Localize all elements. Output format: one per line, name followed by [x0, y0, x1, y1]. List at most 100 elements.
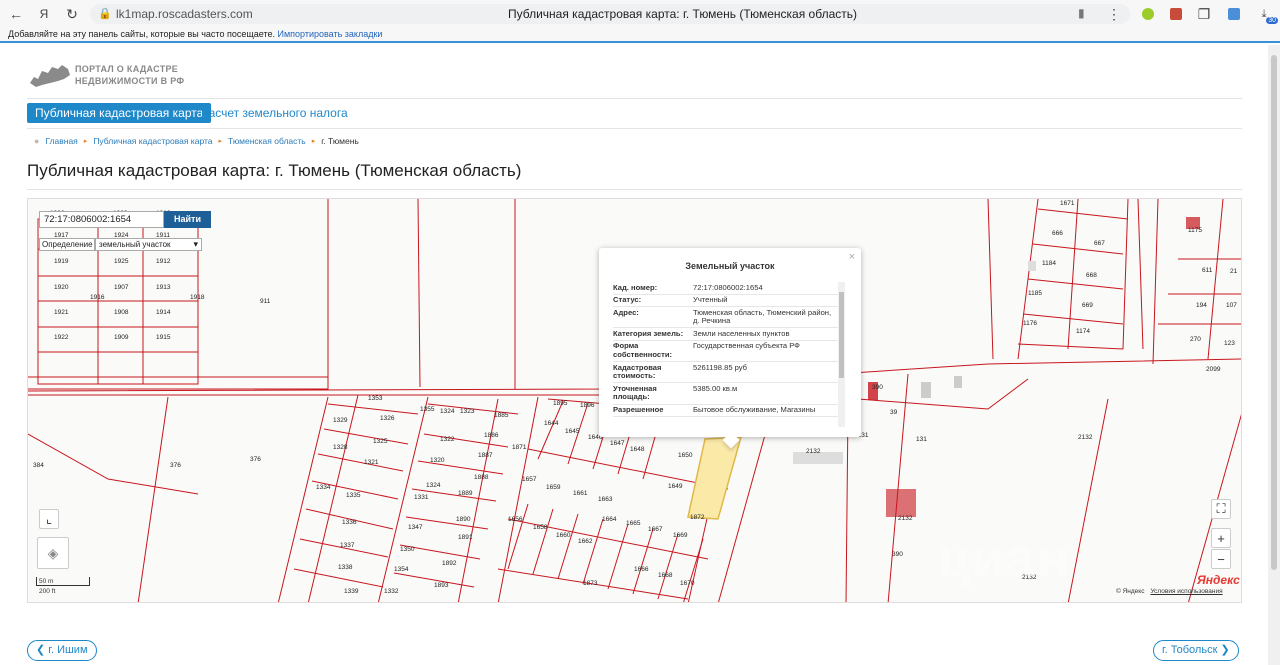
- chevron-left-icon: ❮: [36, 644, 46, 656]
- parcel-number-label: 611: [1202, 267, 1213, 274]
- parcel-number-label: 1925: [114, 258, 129, 265]
- parcel-number-label: 1889: [458, 490, 473, 497]
- zoom-out-button[interactable]: −: [1211, 549, 1231, 569]
- parcel-number-label: 1895: [553, 400, 568, 407]
- popup-row: Категория земель: Земли населенных пункто…: [613, 328, 838, 341]
- parcel-number-label: 390: [872, 384, 883, 391]
- parcel-number-label: 2132: [898, 515, 913, 522]
- parcel-number-label: 1873: [583, 580, 598, 587]
- address-bar[interactable]: 🔒 lk1map.roscadasters.com Публичная када…: [90, 4, 1130, 24]
- parcel-number-label: 270: [1190, 336, 1201, 343]
- popup-title: Земельный участок: [685, 261, 775, 271]
- url-text: lk1map.roscadasters.com: [116, 7, 253, 21]
- fullscreen-icon[interactable]: ⛶: [1211, 499, 1231, 519]
- parcel-number-label: 1353: [368, 395, 383, 402]
- prev-city-button[interactable]: ❮ г. Ишим: [27, 640, 97, 661]
- yandex-icon[interactable]: Я: [34, 4, 54, 24]
- parcel-number-label: 1336: [342, 519, 357, 526]
- parcel-number-label: 123: [1224, 340, 1235, 347]
- parcel-number-label: 1174: [1076, 328, 1090, 335]
- bookmark-icon[interactable]: ▮: [1078, 6, 1085, 20]
- definition-select[interactable]: земельный участок: [95, 238, 202, 251]
- parcel-number-label: 1328: [333, 444, 348, 451]
- selected-parcel[interactable]: [687, 436, 743, 520]
- crumb-region[interactable]: Тюменская область: [228, 136, 306, 146]
- parcel-number-label: 1918: [190, 294, 205, 301]
- popup-row: Статус: Учтенный: [613, 295, 838, 308]
- zoom-in-button[interactable]: +: [1211, 528, 1231, 548]
- page-title: Публичная кадастровая карта: г. Тюмень (…: [27, 161, 522, 180]
- ruler-icon[interactable]: ⌞: [39, 509, 59, 529]
- parcel-number-label: 1325: [373, 438, 388, 445]
- parcel-number-label: 1922: [54, 334, 69, 341]
- parcel-number-label: 668: [1086, 272, 1097, 279]
- parcel-number-label: 1658: [533, 524, 548, 531]
- parcel-number-label: 1645: [565, 428, 580, 435]
- parcel-number-label: 1649: [668, 483, 683, 490]
- parcel-number-label: 1644: [544, 420, 559, 427]
- crumb-public-map[interactable]: Публичная кадастровая карта: [93, 136, 212, 146]
- shield-icon[interactable]: [1224, 4, 1244, 24]
- parcel-number-label: 1338: [338, 564, 353, 571]
- nav-public-map[interactable]: Публичная кадастровая карта: [27, 103, 212, 123]
- popup-scrollbar[interactable]: [838, 282, 845, 427]
- profile-icon[interactable]: [1166, 4, 1186, 24]
- popup-value: Земли населенных пунктов: [693, 328, 790, 338]
- building: [954, 376, 962, 388]
- divider: [27, 189, 1242, 190]
- terms-link[interactable]: Условия использования: [1150, 588, 1222, 595]
- scale-bar: 50 m 200 ft: [36, 577, 96, 597]
- close-icon[interactable]: ×: [849, 251, 855, 263]
- parcel-number-label: 667: [1094, 240, 1105, 247]
- parcel-number-label: 1919: [54, 258, 69, 265]
- next-city-button[interactable]: г. Тобольск ❯: [1153, 640, 1239, 661]
- download-icon[interactable]: ⤓ 30: [1254, 4, 1278, 24]
- popup-scroll-thumb[interactable]: [839, 292, 844, 378]
- parcel-number-label: 131: [916, 436, 927, 443]
- find-button[interactable]: Найти: [164, 211, 211, 228]
- bookmarks-hint: Добавляйте на эту панель сайты, которые …: [8, 29, 275, 39]
- cadastral-map[interactable]: 1906192319101917192419111919192519121916…: [27, 198, 1242, 603]
- parcel-number-label: 1891: [458, 534, 473, 541]
- popup-row: Адрес: Тюменская область, Тюменский район…: [613, 307, 838, 329]
- lock-icon: 🔒: [98, 8, 112, 20]
- parcel-number-label: 1176: [1023, 320, 1037, 327]
- menu-dots-icon[interactable]: ⋮: [1104, 4, 1124, 24]
- cadastral-search-input[interactable]: 72:17:0806002:1654: [39, 211, 164, 228]
- popup-table: Кад. номер: 72:17:0806002:1654 Статус: Учте…: [613, 282, 838, 427]
- parcel-number-label: 1347: [408, 524, 423, 531]
- parcel-number-label: 1320: [430, 457, 445, 464]
- parcel-number-label: 376: [250, 456, 261, 463]
- map-attribution: © Яндекс Условия использования: [1116, 588, 1223, 595]
- back-icon[interactable]: ←: [6, 4, 26, 24]
- layers-icon[interactable]: ◈: [37, 537, 69, 569]
- nav-land-tax[interactable]: Расчет земельного налога: [201, 103, 348, 123]
- parcel-number-label: 2132: [1078, 434, 1093, 441]
- parcel-number-label: 21: [1230, 268, 1238, 275]
- extension-icon[interactable]: [1138, 4, 1158, 24]
- yandex-logo[interactable]: Яндекс: [1197, 573, 1240, 587]
- building: [921, 382, 931, 398]
- parcel-number-label: 1666: [634, 566, 649, 573]
- location-pin-icon: ●: [34, 136, 40, 146]
- parcel-number-label: 1664: [602, 516, 617, 523]
- tab-title: Публичная кадастровая карта: г. Тюмень (…: [508, 7, 857, 21]
- crumb-home[interactable]: Главная: [45, 136, 77, 146]
- divider: [27, 128, 1242, 129]
- parcel-number-label: 1647: [610, 440, 625, 447]
- parcel-number-label: 1907: [114, 284, 129, 291]
- collections-icon[interactable]: ❐: [1194, 4, 1214, 24]
- parcel-number-label: 1648: [630, 446, 645, 453]
- parcel-number-label: 1355: [420, 406, 435, 413]
- import-bookmarks-link[interactable]: Импортировать закладки: [278, 29, 383, 39]
- site-logo[interactable]: ПОРТАЛ О КАДАСТРЕ НЕДВИЖИМОСТИ В РФ: [28, 59, 228, 93]
- reload-icon[interactable]: ↻: [62, 4, 82, 24]
- page-scroll-thumb[interactable]: [1271, 55, 1277, 570]
- page-scrollbar[interactable]: [1268, 45, 1280, 665]
- popup-row: Разрешенное Бытовое обслуживание, Магазин…: [613, 405, 838, 418]
- parcel-number-label: 194: [1196, 302, 1207, 309]
- parcel-number-label: 911: [260, 298, 271, 305]
- parcel-number-label: 2132: [806, 448, 821, 455]
- parcel-number-label: 1893: [434, 582, 449, 589]
- parcel-number-label: 1324: [440, 408, 455, 415]
